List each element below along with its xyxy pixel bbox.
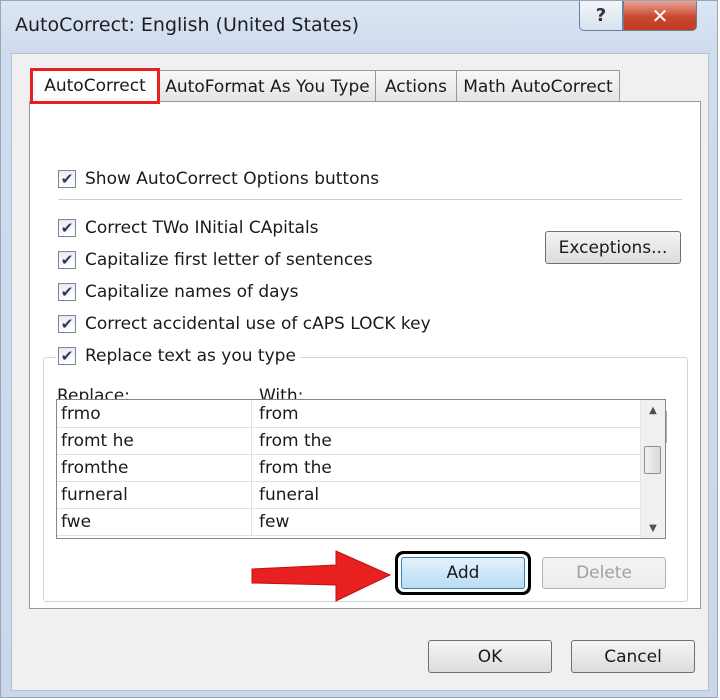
tab-math-autocorrect[interactable]: Math AutoCorrect: [456, 70, 620, 102]
checkmark-icon: ✔: [60, 250, 74, 269]
cancel-button[interactable]: Cancel: [571, 640, 695, 673]
autocorrect-entries-list[interactable]: frmo from fromt he from the fromthe from…: [56, 399, 666, 539]
list-item[interactable]: fwe few: [57, 509, 655, 536]
checkbox-box: ✔: [58, 283, 76, 301]
correct-two-initial-capitals-checkbox[interactable]: ✔ Correct TWo INitial CApitals: [58, 218, 319, 238]
show-autocorrect-options-checkbox[interactable]: ✔ Show AutoCorrect Options buttons: [58, 169, 379, 189]
delete-button[interactable]: Delete: [542, 557, 666, 589]
help-icon: ?: [595, 5, 607, 26]
tab-actions[interactable]: Actions: [375, 70, 457, 102]
correct-caps-lock-checkbox[interactable]: ✔ Correct accidental use of cAPS LOCK ke…: [58, 314, 431, 334]
checkmark-icon: ✔: [60, 314, 74, 333]
checkmark-icon: ✔: [60, 218, 74, 237]
checkmark-icon: ✔: [60, 169, 74, 188]
checkmark-icon: ✔: [60, 346, 74, 365]
dialog-client-area: AutoCorrect AutoFormat As You Type Actio…: [11, 53, 709, 691]
checkbox-box: ✔: [58, 170, 76, 188]
capitalize-first-letter-checkbox[interactable]: ✔ Capitalize first letter of sentences: [58, 250, 373, 270]
annotation-arrow-icon: [251, 550, 392, 602]
replace-text-as-you-type-checkbox[interactable]: ✔ Replace text as you type: [56, 346, 300, 366]
window-title: AutoCorrect: English (United States): [15, 14, 360, 36]
ok-button[interactable]: OK: [428, 640, 552, 673]
checkbox-box: ✔: [58, 251, 76, 269]
capitalize-names-of-days-checkbox[interactable]: ✔ Capitalize names of days: [58, 282, 299, 302]
exceptions-button[interactable]: Exceptions...: [545, 231, 681, 264]
scroll-down-icon[interactable]: ▼: [641, 518, 665, 538]
autocorrect-dialog: AutoCorrect: English (United States) ? ✕…: [0, 0, 718, 698]
checkbox-box: ✔: [58, 219, 76, 237]
list-scrollbar[interactable]: ▲ ▼: [640, 400, 665, 538]
scroll-thumb[interactable]: [644, 446, 661, 474]
list-item[interactable]: furneral funeral: [57, 482, 655, 509]
list-item[interactable]: fromthe from the: [57, 455, 655, 482]
tab-autoformat-as-you-type[interactable]: AutoFormat As You Type: [159, 70, 376, 102]
scroll-up-icon[interactable]: ▲: [641, 400, 665, 420]
close-button[interactable]: ✕: [623, 1, 697, 31]
checkbox-box: ✔: [58, 315, 76, 333]
close-icon: ✕: [651, 3, 669, 28]
checkbox-box: ✔: [58, 347, 76, 365]
add-button[interactable]: Add: [401, 557, 525, 589]
tab-autocorrect[interactable]: AutoCorrect: [30, 68, 160, 104]
help-button[interactable]: ?: [579, 1, 623, 31]
checkmark-icon: ✔: [60, 282, 74, 301]
separator: [58, 199, 682, 200]
list-item[interactable]: frmo from: [57, 401, 655, 428]
list-item[interactable]: fromt he from the: [57, 428, 655, 455]
